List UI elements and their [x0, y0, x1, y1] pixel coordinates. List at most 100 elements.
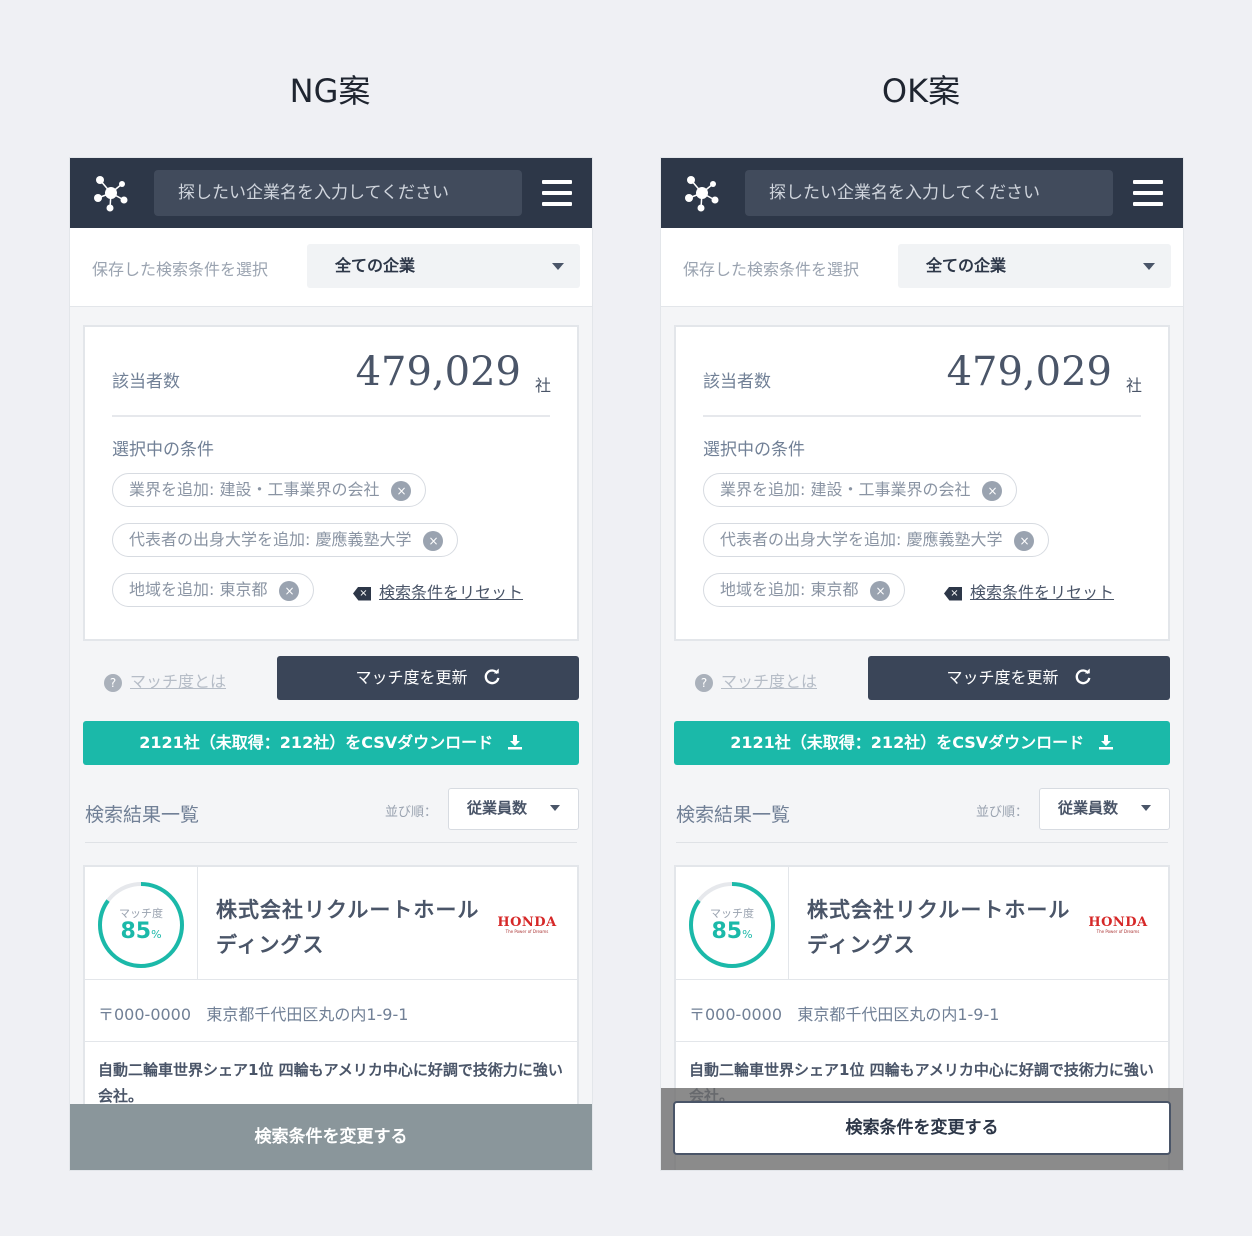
company-name[interactable]: 株式会社リクルートホールディングス	[216, 893, 496, 963]
saved-search-select[interactable]: 全ての企業	[307, 244, 580, 288]
top-navbar	[661, 158, 1183, 228]
chevron-down-icon	[552, 263, 564, 270]
saved-search-value: 全ての企業	[335, 256, 416, 275]
update-match-label: マッチ度を更新	[946, 668, 1059, 687]
variant-title-ok: OK案	[881, 72, 961, 110]
backspace-icon: ×	[353, 586, 371, 601]
company-search-input[interactable]	[745, 170, 1113, 216]
update-match-button[interactable]: マッチ度を更新	[868, 656, 1170, 700]
reset-conditions-link[interactable]: × 検索条件をリセット	[944, 579, 1114, 603]
divider	[85, 979, 577, 980]
conditions-label: 選択中の条件	[112, 440, 214, 460]
backspace-icon: ×	[944, 586, 962, 601]
reset-conditions-label: 検索条件をリセット	[970, 583, 1115, 602]
condition-tag-label: 地域を追加: 東京都	[720, 580, 859, 599]
count-unit: 社	[534, 376, 551, 395]
sort-label: 並び順：	[385, 805, 438, 820]
saved-search-bar: 保存した検索条件を選択 全ての企業	[661, 228, 1183, 307]
saved-search-label: 保存した検索条件を選択	[683, 260, 860, 279]
results-title: 検索結果一覧	[85, 804, 200, 826]
condition-tag-label: 業界を追加: 建設・工事業界の会社	[720, 480, 971, 499]
company-name[interactable]: 株式会社リクルートホールディングス	[807, 893, 1087, 963]
phone-mockup-ok: 保存した検索条件を選択 全ての企業 該当者数 479,029 社 選択中の条件 …	[661, 158, 1183, 1170]
condition-tag: 業界を追加: 建設・工事業界の会社 ×	[112, 473, 427, 507]
divider	[703, 415, 1141, 417]
results-title: 検索結果一覧	[676, 804, 791, 826]
update-match-label: マッチ度を更新	[355, 668, 468, 687]
help-question-icon: ?	[695, 674, 713, 692]
divider	[676, 842, 1168, 843]
address-text: 東京都千代田区丸の内1-9-1	[797, 1005, 1000, 1024]
footer-overlay: 検索条件を変更する	[661, 1088, 1183, 1170]
csv-download-button[interactable]: 2121社（未取得：212社）をCSVダウンロード	[83, 721, 579, 765]
match-help-link[interactable]: マッチ度とは	[721, 672, 817, 691]
saved-search-value: 全ての企業	[926, 256, 1007, 275]
refresh-icon	[1075, 668, 1090, 685]
match-help: ? マッチ度とは	[104, 668, 226, 692]
remove-tag-icon[interactable]: ×	[423, 531, 444, 551]
search-summary-card: 該当者数 479,029 社 選択中の条件 業界を追加: 建設・工事業界の会社 …	[83, 325, 579, 641]
condition-tag: 地域を追加: 東京都 ×	[703, 573, 906, 607]
divider	[197, 867, 198, 979]
condition-tag-label: 業界を追加: 建設・工事業界の会社	[129, 480, 380, 499]
remove-tag-icon[interactable]: ×	[391, 481, 412, 501]
update-match-button[interactable]: マッチ度を更新	[277, 656, 579, 700]
divider	[85, 1041, 577, 1042]
company-search-input[interactable]	[154, 170, 522, 216]
help-question-icon: ?	[104, 674, 122, 692]
refresh-icon	[484, 668, 499, 685]
company-logo: HONDA The Power of Dreams	[497, 915, 557, 934]
change-conditions-button[interactable]: 検索条件を変更する	[70, 1104, 592, 1170]
postal-code: 〒000-0000	[98, 1005, 192, 1024]
saved-search-select[interactable]: 全ての企業	[898, 244, 1171, 288]
csv-download-button[interactable]: 2121社（未取得：212社）をCSVダウンロード	[674, 721, 1170, 765]
download-icon	[507, 735, 522, 750]
top-navbar	[70, 158, 592, 228]
count-label: 該当者数	[112, 372, 180, 392]
match-help-link[interactable]: マッチ度とは	[130, 672, 226, 691]
saved-search-label: 保存した検索条件を選択	[92, 260, 269, 279]
match-value: 85%	[120, 919, 162, 944]
variant-title-ng: NG案	[289, 72, 371, 110]
divider	[676, 979, 1168, 980]
phone-mockup-ng: 保存した検索条件を選択 全ての企業 該当者数 479,029 社 選択中の条件 …	[70, 158, 592, 1170]
remove-tag-icon[interactable]: ×	[1014, 531, 1035, 551]
search-summary-card: 該当者数 479,029 社 選択中の条件 業界を追加: 建設・工事業界の会社 …	[674, 325, 1170, 641]
change-conditions-button[interactable]: 検索条件を変更する	[673, 1101, 1171, 1155]
postal-code: 〒000-0000	[689, 1005, 783, 1024]
result-count: 479,029	[355, 349, 521, 395]
saved-search-bar: 保存した検索条件を選択 全ての企業	[70, 228, 592, 307]
condition-tag-label: 地域を追加: 東京都	[129, 580, 268, 599]
chevron-down-icon	[550, 805, 560, 811]
condition-tag: 代表者の出身大学を追加: 慶應義塾大学 ×	[112, 523, 459, 557]
sort-value: 従業員数	[467, 799, 528, 817]
remove-tag-icon[interactable]: ×	[982, 481, 1003, 501]
hamburger-menu-icon[interactable]	[1133, 180, 1163, 206]
company-description: 自動二輪車世界シェア1位 四輪もアメリカ中心に好調で技術力に強い会社。	[98, 1061, 563, 1105]
condition-tag-label: 代表者の出身大学を追加: 慶應義塾大学	[720, 530, 1003, 549]
company-address: 〒000-0000 東京都千代田区丸の内1-9-1	[689, 1001, 999, 1025]
hamburger-menu-icon[interactable]	[542, 180, 572, 206]
company-logo: HONDA The Power of Dreams	[1088, 915, 1148, 934]
match-help: ? マッチ度とは	[695, 668, 817, 692]
reset-conditions-link[interactable]: × 検索条件をリセット	[353, 579, 523, 603]
match-value: 85%	[711, 919, 753, 944]
csv-download-label: 2121社（未取得：212社）をCSVダウンロード	[730, 733, 1085, 752]
sort-select[interactable]: 従業員数	[448, 788, 579, 830]
chevron-down-icon	[1143, 263, 1155, 270]
result-count: 479,029	[946, 349, 1112, 395]
remove-tag-icon[interactable]: ×	[279, 581, 300, 601]
network-logo-icon[interactable]	[90, 172, 132, 214]
sort-label: 並び順：	[976, 805, 1029, 820]
condition-tag: 業界を追加: 建設・工事業界の会社 ×	[703, 473, 1018, 507]
divider	[112, 415, 550, 417]
conditions-label: 選択中の条件	[703, 440, 805, 460]
divider	[788, 867, 789, 979]
remove-tag-icon[interactable]: ×	[870, 581, 891, 601]
chevron-down-icon	[1141, 805, 1151, 811]
download-icon	[1098, 735, 1113, 750]
company-address: 〒000-0000 東京都千代田区丸の内1-9-1	[98, 1001, 408, 1025]
network-logo-icon[interactable]	[681, 172, 723, 214]
condition-tag-label: 代表者の出身大学を追加: 慶應義塾大学	[129, 530, 412, 549]
sort-select[interactable]: 従業員数	[1039, 788, 1170, 830]
